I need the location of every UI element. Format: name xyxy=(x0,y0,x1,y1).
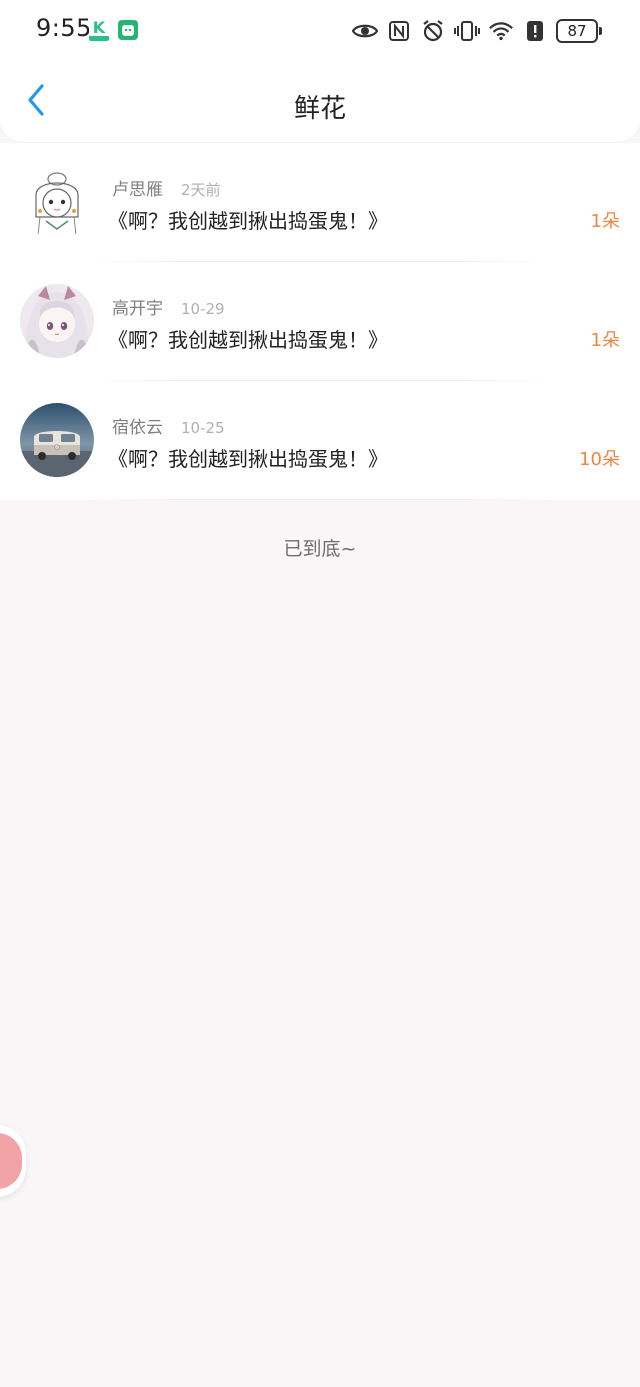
page-title: 鲜花 xyxy=(293,94,346,124)
book-title: 《啊？我创越到揪出捣蛋鬼！》 xyxy=(108,447,388,471)
list-item[interactable]: 高开宇 10-29 《啊？我创越到揪出捣蛋鬼！》 1朵 xyxy=(0,262,640,381)
floating-widget-icon xyxy=(0,1133,22,1189)
battery-icon: 87 xyxy=(556,19,602,43)
record-meta: 卢思雁 2天前 xyxy=(112,175,221,200)
user-name: 卢思雁 xyxy=(112,180,163,200)
battery-level: 87 xyxy=(556,19,598,43)
user-name: 高开宇 xyxy=(112,299,163,319)
record-time: 10-25 xyxy=(181,419,225,437)
status-bar: 9:55 K 87 xyxy=(0,0,640,62)
header: 鲜花 xyxy=(0,62,640,142)
flower-count: 1朵 xyxy=(590,330,620,351)
record-meta: 高开宇 10-29 xyxy=(112,294,225,319)
wifi-icon xyxy=(488,18,514,44)
vibrate-icon xyxy=(454,18,480,44)
record-time: 2天前 xyxy=(181,181,221,199)
alert-icon xyxy=(522,18,548,44)
k-app-icon: K xyxy=(89,20,109,41)
list-item[interactable]: 宿依云 10-25 《啊？我创越到揪出捣蛋鬼！》 10朵 xyxy=(0,381,640,500)
eye-icon xyxy=(352,18,378,44)
floating-widget-button[interactable] xyxy=(0,1125,26,1197)
avatar[interactable] xyxy=(20,165,94,239)
end-of-list-text: 已到底~ xyxy=(283,538,357,560)
book-title: 《啊？我创越到揪出捣蛋鬼！》 xyxy=(108,209,388,233)
record-time: 10-29 xyxy=(181,300,225,318)
record-meta: 宿依云 10-25 xyxy=(112,413,225,438)
flower-count: 1朵 xyxy=(590,211,620,232)
mi-app-icon xyxy=(118,20,138,40)
flower-count: 10朵 xyxy=(579,449,620,470)
list-item[interactable]: 卢思雁 2天前 《啊？我创越到揪出捣蛋鬼！》 1朵 xyxy=(0,143,640,262)
status-time: 9:55 xyxy=(36,14,92,42)
avatar[interactable] xyxy=(20,403,94,477)
status-icons: 87 xyxy=(352,17,602,45)
flower-record-list: 卢思雁 2天前 《啊？我创越到揪出捣蛋鬼！》 1朵 高开宇 10-29 《啊？我… xyxy=(0,143,640,500)
divider xyxy=(90,499,550,500)
user-name: 宿依云 xyxy=(112,418,163,438)
book-title: 《啊？我创越到揪出捣蛋鬼！》 xyxy=(108,328,388,352)
nfc-icon xyxy=(386,18,412,44)
alarm-icon xyxy=(420,18,446,44)
avatar[interactable] xyxy=(20,284,94,358)
